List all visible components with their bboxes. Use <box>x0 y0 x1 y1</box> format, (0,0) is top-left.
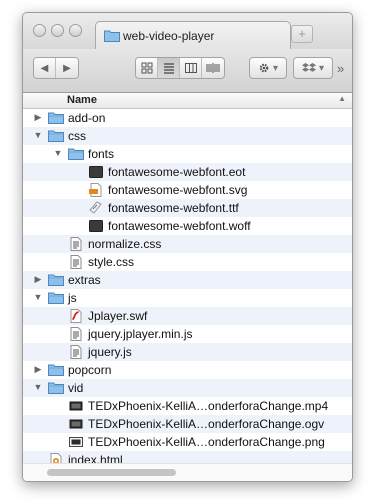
list-item[interactable]: ▶ add-on <box>23 109 352 127</box>
disclosure-open-icon[interactable]: ▼ <box>33 382 43 392</box>
chevron-down-icon: ▾ <box>272 62 279 74</box>
document-icon <box>68 327 84 341</box>
finder-window: web-video-player + ◀ ▶ ▾ ▾ » Name ▲ ▶ ad… <box>22 12 353 482</box>
font-file-icon <box>88 201 104 215</box>
back-forward-group: ◀ ▶ <box>33 57 79 79</box>
column-header-label: Name <box>67 94 97 106</box>
document-icon <box>68 237 84 251</box>
folder-icon <box>48 111 64 125</box>
dropbox-icon <box>301 63 316 72</box>
list-item[interactable]: jquery.js <box>23 343 352 361</box>
list-item[interactable]: Jplayer.swf <box>23 307 352 325</box>
list-item[interactable]: fontawesome-webfont.svg <box>23 181 352 199</box>
list-item-label: fontawesome-webfont.eot <box>108 165 246 179</box>
list-item[interactable]: TEDxPhoenix-KelliA…onderforaChange.mp4 <box>23 397 352 415</box>
list-item-label: vid <box>68 381 84 395</box>
list-item-label: TEDxPhoenix-KelliA…onderforaChange.mp4 <box>88 399 329 413</box>
video-file-icon <box>68 399 84 413</box>
flash-file-icon <box>68 309 84 323</box>
list-item[interactable]: fontawesome-webfont.eot <box>23 163 352 181</box>
zoom-window-button[interactable] <box>69 24 82 37</box>
scrollbar-thumb[interactable] <box>47 469 176 476</box>
folder-icon <box>104 29 120 45</box>
list-item[interactable]: ▼ vid <box>23 379 352 397</box>
list-item-label: popcorn <box>68 363 112 377</box>
icon-view-button[interactable] <box>136 58 158 78</box>
list-view-button[interactable] <box>158 58 180 78</box>
document-icon <box>68 345 84 359</box>
columns-icon <box>184 63 197 73</box>
list-item-label: normalize.css <box>88 237 162 251</box>
list-item-label: jquery.js <box>88 345 132 359</box>
list-item[interactable]: normalize.css <box>23 235 352 253</box>
image-file-icon <box>68 435 84 449</box>
list-item[interactable]: fontawesome-webfont.woff <box>23 217 352 235</box>
folder-icon <box>68 147 84 161</box>
list-item[interactable]: ▶ extras <box>23 271 352 289</box>
disclosure-closed-icon[interactable]: ▶ <box>33 112 43 123</box>
list-item-label: css <box>68 129 86 143</box>
list-item[interactable]: fontawesome-webfont.ttf <box>23 199 352 217</box>
list-icon <box>163 63 174 74</box>
list-item[interactable]: TEDxPhoenix-KelliA…onderforaChange.png <box>23 433 352 451</box>
column-view-button[interactable] <box>180 58 202 78</box>
column-header-name[interactable]: Name ▲ <box>23 93 352 109</box>
sort-ascending-icon: ▲ <box>338 94 346 103</box>
disclosure-closed-icon[interactable]: ▶ <box>33 274 43 285</box>
dropbox-menu-button[interactable]: ▾ <box>293 57 333 79</box>
tab-web-video-player[interactable]: web-video-player <box>95 21 291 50</box>
list-item-label: Jplayer.swf <box>88 309 148 323</box>
svg-file-icon <box>88 183 104 197</box>
folder-icon <box>48 291 64 305</box>
disclosure-open-icon[interactable]: ▼ <box>33 130 43 140</box>
list-item-label: TEDxPhoenix-KelliA…onderforaChange.ogv <box>88 417 325 431</box>
folder-icon <box>48 381 64 395</box>
document-icon <box>68 255 84 269</box>
list-item[interactable]: ▼ css <box>23 127 352 145</box>
coverflow-view-button[interactable] <box>202 58 224 78</box>
folder-icon <box>48 363 64 377</box>
list-item-label: add-on <box>68 111 106 125</box>
horizontal-scrollbar[interactable] <box>23 463 352 481</box>
list-item[interactable]: ▼ js <box>23 289 352 307</box>
chevron-down-icon: ▾ <box>318 62 325 74</box>
view-mode-group <box>135 57 225 79</box>
forward-button[interactable]: ▶ <box>56 58 78 78</box>
list-item-label: fontawesome-webfont.ttf <box>108 201 239 215</box>
close-window-button[interactable] <box>33 24 46 37</box>
tab-title: web-video-player <box>123 29 215 43</box>
title-bar: web-video-player + <box>23 13 352 50</box>
file-list: ▶ add-on ▼ css ▼ fonts fontawesome-webfont.eot… <box>23 109 352 469</box>
list-item-label: TEDxPhoenix-KelliA…onderforaChange.png <box>88 435 325 449</box>
disclosure-closed-icon[interactable]: ▶ <box>33 364 43 375</box>
list-item-label: fontawesome-webfont.svg <box>108 183 248 197</box>
folder-icon <box>48 129 64 143</box>
grid-icon <box>141 62 152 74</box>
folder-icon <box>48 273 64 287</box>
list-item-label: jquery.jplayer.min.js <box>88 327 193 341</box>
action-menu-button[interactable]: ▾ <box>249 57 287 79</box>
disclosure-open-icon[interactable]: ▼ <box>53 148 63 158</box>
new-tab-button[interactable]: + <box>291 25 313 43</box>
list-item[interactable]: TEDxPhoenix-KelliA…onderforaChange.ogv <box>23 415 352 433</box>
list-item[interactable]: style.css <box>23 253 352 271</box>
list-item[interactable]: jquery.jplayer.min.js <box>23 325 352 343</box>
list-item-label: fontawesome-webfont.woff <box>108 219 251 233</box>
list-item-label: extras <box>68 273 101 287</box>
list-item-label: js <box>68 291 77 305</box>
list-item-label: fonts <box>88 147 115 161</box>
back-button[interactable]: ◀ <box>34 58 56 78</box>
toolbar: ◀ ▶ ▾ ▾ » <box>23 49 352 93</box>
disclosure-open-icon[interactable]: ▼ <box>33 292 43 302</box>
video-file-icon <box>68 417 84 431</box>
toolbar-overflow-button[interactable]: » <box>337 61 344 76</box>
list-item[interactable]: ▼ fonts <box>23 145 352 163</box>
gear-icon <box>259 63 269 73</box>
font-file-icon <box>88 219 104 233</box>
coverflow-icon <box>206 63 220 73</box>
minimize-window-button[interactable] <box>51 24 64 37</box>
list-item-label: style.css <box>88 255 135 269</box>
list-item[interactable]: ▶ popcorn <box>23 361 352 379</box>
font-file-icon <box>88 165 104 179</box>
